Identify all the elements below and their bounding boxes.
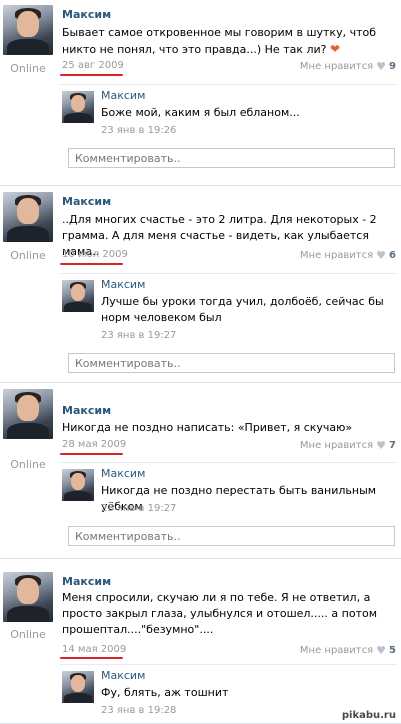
- wall-post: Online Максим Никогда не поздно написать…: [0, 384, 401, 559]
- red-underline: [60, 74, 123, 76]
- avatar[interactable]: [3, 389, 53, 439]
- reply-avatar[interactable]: [62, 91, 94, 123]
- like-count: 9: [389, 61, 396, 72]
- like-button[interactable]: Мне нравится ♥ 5: [300, 644, 396, 657]
- reply: Максим Никогда не поздно перестать быть …: [60, 462, 397, 518]
- avatar-shirt: [7, 39, 49, 55]
- avatar[interactable]: [3, 5, 53, 55]
- like-count: 5: [389, 645, 396, 656]
- online-status: Online: [10, 249, 46, 262]
- reply-author[interactable]: Максим: [101, 89, 145, 102]
- post-date[interactable]: 28 мая 2009: [62, 439, 126, 450]
- avatar-shirt: [64, 693, 92, 703]
- like-heart-icon: ♥: [376, 60, 387, 73]
- wall-post: Online Максим Меня спросили, скучаю ли я…: [0, 560, 401, 724]
- reply-text: Лучше бы уроки тогда учил, долбоёб, сейч…: [101, 295, 384, 324]
- avatar-shirt: [7, 423, 49, 439]
- avatar-shirt: [64, 302, 92, 312]
- watermark: pikabu.ru: [339, 710, 398, 721]
- comment-input[interactable]: Комментировать..: [68, 526, 395, 546]
- reply-avatar[interactable]: [62, 469, 94, 501]
- comment-input[interactable]: Комментировать..: [68, 148, 395, 168]
- reply: Максим Боже мой, каким я был ебланом... …: [60, 84, 397, 140]
- reply-date[interactable]: 23 янв в 19:27: [101, 330, 176, 341]
- post-text: Никогда не поздно написать: «Привет, я с…: [62, 421, 353, 434]
- avatar-face: [71, 284, 85, 301]
- wall-post: Online Максим ..Для многих счастье - это…: [0, 187, 401, 383]
- avatar[interactable]: [3, 572, 53, 622]
- post-date[interactable]: 14 мая 2009: [62, 644, 126, 655]
- online-status: Online: [10, 62, 46, 75]
- post-author[interactable]: Максим: [62, 575, 111, 588]
- like-heart-icon: ♥: [376, 644, 387, 657]
- post-date[interactable]: 10 июл 2009: [62, 249, 128, 260]
- like-label: Мне нравится: [299, 440, 374, 451]
- like-button[interactable]: Мне нравится ♥ 6: [300, 249, 396, 262]
- avatar-shirt: [64, 113, 92, 123]
- reply-author[interactable]: Максим: [101, 669, 145, 682]
- reply-author[interactable]: Максим: [101, 467, 145, 480]
- reply: Максим Лучше бы уроки тогда учил, долбоё…: [60, 273, 397, 345]
- like-count: 6: [389, 250, 396, 261]
- comment-input[interactable]: Комментировать..: [68, 353, 395, 373]
- like-button[interactable]: Мне нравится ♥ 9: [300, 60, 396, 73]
- avatar-face: [71, 95, 85, 112]
- reply-date[interactable]: 23 янв в 19:28: [101, 705, 176, 716]
- post-text: Бывает самое откровенное мы говорим в шу…: [62, 26, 376, 56]
- heart-icon: ❤: [330, 42, 341, 56]
- wall-post: Online Максим Бывает самое откровенное м…: [0, 0, 401, 186]
- reply-date[interactable]: 23 янв в 19:26: [101, 125, 176, 136]
- avatar-face: [71, 473, 85, 490]
- online-status: Online: [10, 628, 46, 641]
- like-label: Мне нравится: [299, 645, 374, 656]
- like-label: Мне нравится: [299, 250, 374, 261]
- post-author[interactable]: Максим: [62, 195, 111, 208]
- avatar-face: [17, 11, 39, 37]
- reply-text: Боже мой, каким я был ебланом...: [101, 106, 300, 119]
- reply-avatar[interactable]: [62, 280, 94, 312]
- like-label: Мне нравится: [299, 61, 374, 72]
- reply-date[interactable]: 23 янв в 19:27: [101, 503, 176, 514]
- red-underline: [60, 453, 123, 455]
- post-text: Меня спросили, скучаю ли я по тебе. Я не…: [62, 591, 378, 636]
- red-underline: [60, 657, 123, 659]
- reply-author[interactable]: Максим: [101, 278, 145, 291]
- reply-avatar[interactable]: [62, 671, 94, 703]
- online-status: Online: [10, 458, 46, 471]
- avatar-shirt: [64, 491, 92, 501]
- avatar-face: [17, 395, 39, 421]
- reply-text: Фу, блять, аж тошнит: [101, 686, 229, 699]
- like-button[interactable]: Мне нравится ♥ 7: [300, 439, 396, 452]
- like-heart-icon: ♥: [376, 249, 387, 262]
- like-count: 7: [389, 440, 396, 451]
- post-date[interactable]: 25 авг 2009: [62, 60, 124, 71]
- avatar-shirt: [7, 606, 49, 622]
- avatar-face: [71, 675, 85, 692]
- red-underline: [60, 263, 123, 265]
- avatar-face: [17, 198, 39, 224]
- post-author[interactable]: Максим: [62, 8, 111, 21]
- post-author[interactable]: Максим: [62, 404, 111, 417]
- post-text-wrap: Бывает самое откровенное мы говорим в шу…: [62, 25, 392, 58]
- avatar[interactable]: [3, 192, 53, 242]
- avatar-face: [17, 578, 39, 604]
- avatar-shirt: [7, 226, 49, 242]
- like-heart-icon: ♥: [376, 439, 387, 452]
